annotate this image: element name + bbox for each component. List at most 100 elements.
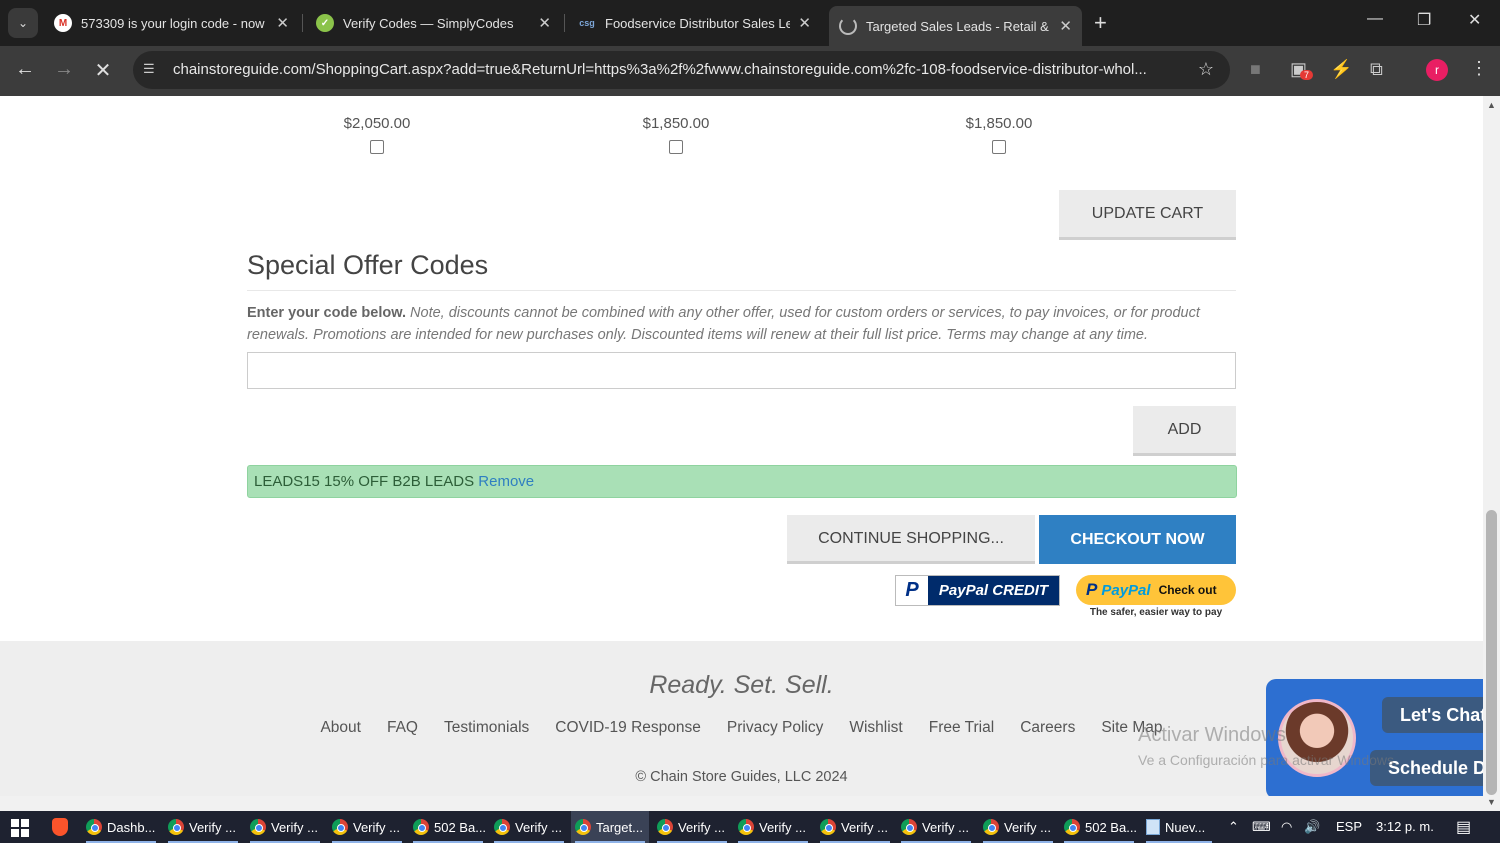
footer-link-privacy[interactable]: Privacy Policy [727, 719, 823, 737]
footer-link-faq[interactable]: FAQ [387, 719, 418, 737]
stop-loading-icon[interactable]: ✕ [90, 58, 116, 83]
taskbar-item-label: Dashb... [107, 819, 156, 835]
footer-link-wishlist[interactable]: Wishlist [849, 719, 902, 737]
add-code-button[interactable]: ADD [1133, 406, 1236, 456]
taskbar-item[interactable]: 502 Ba... [1060, 811, 1138, 843]
paypal-checkout-button[interactable]: P PayPal Check out [1076, 575, 1236, 605]
window-close-icon[interactable]: ✕ [1468, 10, 1481, 30]
taskbar-item[interactable]: 502 Ba... [409, 811, 487, 843]
taskbar-item[interactable]: Verify ... [164, 811, 242, 843]
product-checkbox[interactable] [992, 140, 1006, 154]
product-price: $1,850.00 [965, 115, 1033, 132]
site-info-icon[interactable]: ☰ [143, 61, 161, 79]
windows-taskbar: Dashb... Verify ... Verify ... Verify ..… [0, 811, 1500, 843]
taskbar-item[interactable]: Verify ... [979, 811, 1057, 843]
browser-menu-icon[interactable]: ⋮ [1470, 58, 1488, 79]
windows-activation-subtext: Ve a Configuración para activar Windows. [1138, 752, 1398, 768]
footer-link-careers[interactable]: Careers [1020, 719, 1075, 737]
checkout-now-button[interactable]: CHECKOUT NOW [1039, 515, 1236, 564]
product-checkbox[interactable] [370, 140, 384, 154]
tab-search-chevron-icon[interactable]: ⌄ [8, 8, 38, 38]
wifi-icon[interactable]: ◠ [1281, 819, 1292, 835]
paypal-checkout-label: Check out [1158, 583, 1217, 597]
offer-note: Enter your code below. Note, discounts c… [247, 302, 1236, 346]
simplycodes-icon: ✓ [316, 14, 334, 32]
browser-toolbar: ← → ✕ ☰ chainstoreguide.com/ShoppingCart… [0, 46, 1500, 96]
taskbar-item-active[interactable]: Target... [571, 811, 649, 843]
profile-avatar[interactable]: r [1426, 59, 1448, 81]
tab-foodservice[interactable]: csg Foodservice Distributor Sales Le ✕ [568, 6, 821, 40]
back-arrow-icon[interactable]: ← [12, 58, 38, 81]
taskbar-item-label: Verify ... [678, 819, 725, 835]
bookmark-star-icon[interactable]: ☆ [1198, 59, 1214, 80]
close-icon[interactable]: ✕ [1059, 17, 1072, 35]
scroll-up-icon[interactable]: ▲ [1487, 100, 1496, 110]
footer-link-covid[interactable]: COVID-19 Response [555, 719, 701, 737]
paypal-wordmark: PayPal [1101, 581, 1151, 599]
close-icon[interactable]: ✕ [538, 14, 551, 32]
update-cart-button[interactable]: UPDATE CART [1059, 190, 1236, 240]
remove-promo-link[interactable]: Remove [478, 473, 534, 490]
lets-chat-button[interactable]: Let's Chat [1382, 697, 1483, 733]
taskbar-item-label: Verify ... [841, 819, 888, 835]
taskbar-item[interactable]: Verify ... [246, 811, 324, 843]
close-icon[interactable]: ✕ [276, 14, 289, 32]
brave-browser-icon[interactable] [52, 818, 68, 836]
tab-title: Targeted Sales Leads - Retail & [866, 18, 1049, 34]
taskbar-item[interactable]: Verify ... [816, 811, 894, 843]
tab-simplycodes[interactable]: ✓ Verify Codes — SimplyCodes ✕ [306, 6, 561, 40]
tab-gmail[interactable]: M 573309 is your login code - now ✕ [44, 6, 299, 40]
chrome-icon [250, 819, 266, 835]
footer-link-free-trial[interactable]: Free Trial [929, 719, 994, 737]
chrome-icon [575, 819, 591, 835]
chrome-icon [168, 819, 184, 835]
taskbar-item[interactable]: Dashb... [82, 811, 160, 843]
taskbar-item-label: Verify ... [759, 819, 806, 835]
taskbar-item[interactable]: Verify ... [734, 811, 812, 843]
new-tab-plus-icon[interactable]: + [1094, 10, 1107, 36]
footer-slogan: Ready. Set. Sell. [649, 671, 834, 699]
product-checkbox[interactable] [669, 140, 683, 154]
taskbar-item[interactable]: Nuev... [1142, 811, 1216, 843]
vertical-scrollbar[interactable]: ▲ ▼ [1483, 96, 1500, 811]
ime-icon[interactable]: ⌨ [1252, 819, 1271, 835]
windows-start-icon[interactable] [11, 819, 29, 837]
footer-link-about[interactable]: About [320, 719, 361, 737]
taskbar-item-label: Verify ... [353, 819, 400, 835]
input-language[interactable]: ESP [1336, 819, 1362, 834]
system-clock[interactable]: 3:12 p. m. [1376, 819, 1434, 834]
notifications-icon[interactable]: ▤ [1456, 817, 1471, 837]
horizontal-scrollbar[interactable] [0, 796, 1483, 811]
taskbar-item[interactable]: Verify ... [897, 811, 975, 843]
chat-widget[interactable]: Let's Chat Schedule Demo [1266, 679, 1483, 796]
minimize-icon[interactable]: — [1367, 10, 1383, 28]
extensions-puzzle-icon[interactable]: ⧉ [1370, 59, 1383, 80]
chrome-icon [901, 819, 917, 835]
restore-icon[interactable]: ❐ [1417, 10, 1431, 30]
notepad-icon [1146, 819, 1160, 835]
footer-link-testimonials[interactable]: Testimonials [444, 719, 529, 737]
tab-targeted-sales-leads[interactable]: Targeted Sales Leads - Retail & ✕ [829, 6, 1082, 46]
volume-icon[interactable]: 🔊 [1304, 819, 1320, 835]
extension-bolt-icon[interactable]: ⚡ [1330, 59, 1352, 80]
taskbar-item-label: Verify ... [922, 819, 969, 835]
scroll-down-icon[interactable]: ▼ [1487, 797, 1496, 807]
taskbar-item[interactable]: Verify ... [490, 811, 568, 843]
continue-shopping-button[interactable]: CONTINUE SHOPPING... [787, 515, 1035, 564]
tab-title: 573309 is your login code - now [81, 15, 265, 31]
offer-code-input[interactable] [247, 352, 1236, 389]
extension-robot-icon[interactable]: ■ [1250, 59, 1261, 80]
forward-arrow-icon[interactable]: → [51, 58, 77, 81]
extension-badge: 7 [1300, 70, 1314, 80]
paypal-credit-button[interactable]: P PayPal CREDIT [895, 575, 1060, 606]
close-icon[interactable]: ✕ [798, 14, 811, 32]
loading-icon [839, 17, 857, 35]
taskbar-item[interactable]: Verify ... [328, 811, 406, 843]
address-bar-url[interactable]: chainstoreguide.com/ShoppingCart.aspx?ad… [173, 61, 1183, 78]
scrollbar-thumb[interactable] [1486, 510, 1497, 795]
tray-chevron-up-icon[interactable]: ⌃ [1228, 819, 1239, 835]
taskbar-item[interactable]: Verify ... [653, 811, 731, 843]
address-bar[interactable]: ☰ chainstoreguide.com/ShoppingCart.aspx?… [133, 51, 1230, 89]
tab-separator [302, 14, 303, 32]
paypal-p-icon: P [896, 576, 928, 605]
